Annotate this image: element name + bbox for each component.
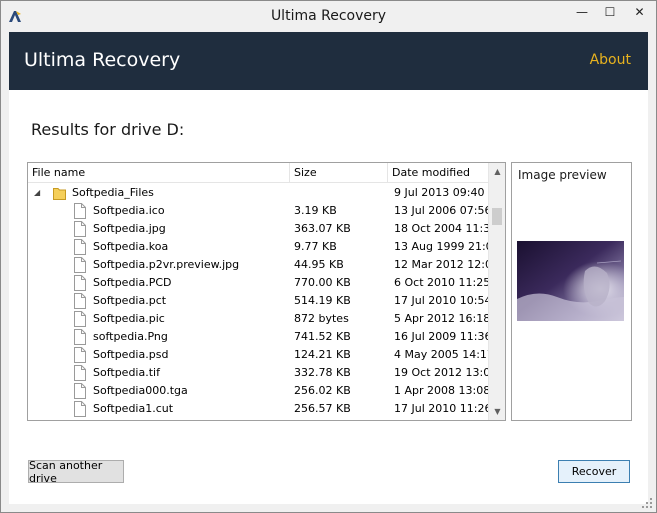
file-name: Softpedia.psd [93, 348, 169, 361]
file-date: 16 Jul 2009 11:36 [394, 330, 492, 343]
file-size: 332.78 KB [294, 366, 351, 379]
file-date: 6 Oct 2010 11:25 [394, 276, 491, 289]
file-icon [74, 293, 86, 309]
file-size: 9.77 KB [294, 240, 337, 253]
file-name: Softpedia.p2vr.preview.jpg [93, 258, 240, 271]
file-size: 514.19 KB [294, 294, 351, 307]
main-content: Results for drive D: File name Size Date… [9, 90, 648, 504]
preview-image [517, 241, 624, 321]
about-link[interactable]: About [590, 52, 631, 68]
file-icon [74, 275, 86, 291]
file-list[interactable]: File name Size Date modified ◢ Softpedia… [27, 162, 506, 421]
column-header: File name Size Date modified [28, 163, 490, 183]
file-row[interactable]: Softpedia.pct 514.19 KB 17 Jul 2010 10:5… [28, 292, 492, 310]
folder-name: Softpedia_Files [72, 186, 154, 199]
file-name: Softpedia000.tga [93, 384, 188, 397]
file-row[interactable]: Softpedia.ico 3.19 KB 13 Jul 2006 07:56 [28, 202, 492, 220]
file-name: Softpedia1.cut [93, 402, 174, 415]
collapse-triangle-icon[interactable]: ◢ [34, 184, 40, 202]
file-icon [74, 329, 86, 345]
file-row[interactable]: Softpedia.pic 872 bytes 5 Apr 2012 16:18 [28, 310, 490, 328]
column-size[interactable]: Size [290, 163, 388, 183]
file-rows: ◢ Softpedia_Files 9 Jul 2013 09:40 Softp… [28, 184, 500, 418]
file-size: 256.57 KB [294, 402, 351, 415]
file-name: Softpedia.jpg [93, 222, 166, 235]
file-date: 1 Apr 2008 13:08 [394, 384, 491, 397]
file-date: 12 Mar 2012 12:09 [394, 258, 499, 271]
file-size: 770.00 KB [294, 276, 351, 289]
file-date: 18 Oct 2004 11:33 [394, 222, 498, 235]
file-size: 44.95 KB [294, 258, 344, 271]
file-size: 363.07 KB [294, 222, 351, 235]
file-row[interactable]: Softpedia.PCD 770.00 KB 6 Oct 2010 11:25 [28, 274, 490, 292]
file-date: 19 Oct 2012 13:04 [394, 366, 498, 379]
maximize-button[interactable]: ☐ [595, 1, 625, 23]
file-name: softpedia.Png [93, 330, 168, 343]
column-date-modified[interactable]: Date modified [388, 163, 490, 183]
resize-grip-icon[interactable] [641, 497, 653, 509]
file-row[interactable]: Softpedia.psd 124.21 KB 4 May 2005 14:17 [28, 346, 494, 364]
column-file-name[interactable]: File name [28, 163, 290, 183]
file-name: Softpedia.pic [93, 312, 165, 325]
file-size: 741.52 KB [294, 330, 351, 343]
title-bar: Ultima Recovery — ☐ ✕ [1, 1, 656, 32]
preview-title: Image preview [518, 168, 607, 182]
file-size: 124.21 KB [294, 348, 351, 361]
vertical-scrollbar[interactable]: ▲ ▼ [488, 163, 505, 420]
file-row[interactable]: Softpedia.tif 332.78 KB 19 Oct 2012 13:0… [28, 364, 497, 382]
scroll-up-arrow-icon[interactable]: ▲ [489, 163, 505, 180]
file-row[interactable]: softpedia.Png 741.52 KB 16 Jul 2009 11:3… [28, 328, 492, 346]
file-size: 872 bytes [294, 312, 349, 325]
file-date: 17 Jul 2010 11:26 [394, 402, 492, 415]
folder-icon [53, 188, 66, 200]
file-size: 3.19 KB [294, 204, 337, 217]
file-date: 4 May 2005 14:17 [394, 348, 494, 361]
file-row[interactable]: Softpedia1.cut 256.57 KB 17 Jul 2010 11:… [28, 400, 492, 418]
scan-another-drive-button[interactable]: Scan another drive [28, 459, 124, 485]
folder-date: 9 Jul 2013 09:40 [394, 186, 485, 199]
close-button[interactable]: ✕ [623, 1, 656, 23]
file-date: 17 Jul 2010 10:54 [394, 294, 492, 307]
file-name: Softpedia.ico [93, 204, 165, 217]
file-name: Softpedia.koa [93, 240, 169, 253]
file-size: 256.02 KB [294, 384, 351, 397]
results-title: Results for drive D: [31, 120, 185, 139]
window-title: Ultima Recovery [270, 8, 387, 24]
file-date: 5 Apr 2012 16:18 [394, 312, 491, 325]
file-icon [74, 401, 86, 417]
file-name: Softpedia.pct [93, 294, 167, 307]
file-name: Softpedia.PCD [93, 276, 172, 289]
folder-row[interactable]: ◢ Softpedia_Files 9 Jul 2013 09:40 [28, 184, 490, 202]
file-row[interactable]: Softpedia.p2vr.preview.jpg 44.95 KB 12 M… [28, 256, 499, 274]
file-icon [74, 347, 86, 363]
recover-button[interactable]: Recover [558, 460, 630, 483]
file-icon [74, 257, 86, 273]
file-icon [74, 311, 86, 327]
scrollbar-thumb[interactable] [492, 208, 502, 225]
file-icon [74, 203, 86, 219]
app-window: Ultima Recovery — ☐ ✕ Ultima Recovery Ab… [0, 0, 657, 513]
file-date: 13 Aug 1999 21:00 [394, 240, 500, 253]
file-row[interactable]: Softpedia.koa 9.77 KB 13 Aug 1999 21:00 [28, 238, 500, 256]
file-icon [74, 221, 86, 237]
image-preview-panel: Image preview [511, 162, 632, 421]
app-name: Ultima Recovery [24, 49, 181, 71]
file-row[interactable]: Softpedia000.tga 256.02 KB 1 Apr 2008 13… [28, 382, 490, 400]
file-row[interactable]: Softpedia.jpg 363.07 KB 18 Oct 2004 11:3… [28, 220, 497, 238]
file-icon [74, 239, 86, 255]
app-header: Ultima Recovery About [9, 32, 648, 90]
minimize-button[interactable]: — [567, 1, 597, 23]
file-name: Softpedia.tif [93, 366, 160, 379]
scroll-down-arrow-icon[interactable]: ▼ [489, 403, 505, 420]
file-icon [74, 365, 86, 381]
file-icon [74, 383, 86, 399]
file-date: 13 Jul 2006 07:56 [394, 204, 492, 217]
